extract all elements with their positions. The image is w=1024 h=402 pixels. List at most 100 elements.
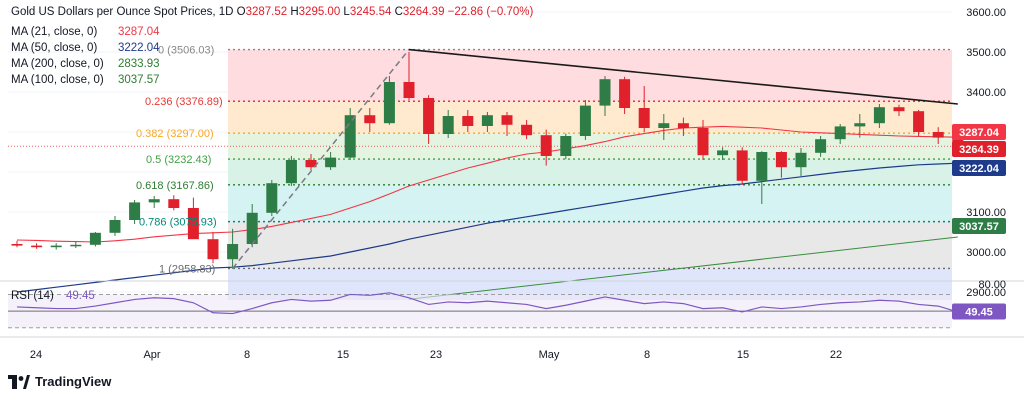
candle-37 — [736, 147, 748, 185]
candle-body — [109, 220, 121, 233]
x-tick-label: 22 — [830, 349, 842, 361]
candle-body — [148, 199, 160, 203]
ohlc-key: O — [237, 6, 246, 18]
candle-4 — [89, 232, 101, 247]
candle-10 — [207, 232, 219, 264]
candle-1 — [31, 243, 43, 249]
x-tick-label: 8 — [244, 349, 250, 361]
fib-label-0.5: 0.5 (3232.43) — [146, 154, 211, 166]
ohlc-key: H — [290, 6, 298, 18]
candle-body — [442, 116, 454, 134]
candle-19 — [383, 76, 395, 125]
price-tag-text: 3287.04 — [959, 127, 1000, 139]
ma-legend-label-1: MA (50, close, 0) — [11, 42, 97, 54]
candle-body — [540, 135, 552, 156]
price-tag-0: 3287.04 — [952, 124, 1006, 140]
ma-legend-label-0: MA (21, close, 0) — [11, 26, 97, 38]
ma-legend-value-1: 3222.04 — [118, 42, 160, 54]
y-tick-label: 3600.00 — [966, 7, 1006, 19]
fib-label-0: 0 (3506.03) — [158, 45, 214, 57]
y-tick-label: 3500.00 — [966, 47, 1006, 59]
fib-zone-5 — [228, 221, 952, 269]
tradingview-logo-text: TradingView — [35, 374, 112, 389]
candle-body — [344, 115, 356, 158]
candle-body — [717, 150, 729, 156]
candle-7 — [148, 196, 160, 208]
candle-body — [913, 111, 925, 132]
candle-3 — [70, 241, 82, 248]
candle-2 — [50, 243, 62, 250]
candle-body — [560, 136, 572, 156]
ohlc-value: 3245.54 — [350, 6, 395, 18]
price-tag-3: 3037.57 — [952, 218, 1006, 234]
y-tick-label: 3100.00 — [966, 207, 1006, 219]
fib-label-0.618: 0.618 (3167.86) — [136, 180, 214, 192]
candle-body — [227, 244, 239, 260]
candle-body — [932, 132, 944, 138]
price-tag-1: 3264.39 — [952, 141, 1006, 157]
candle-body — [893, 107, 905, 112]
candle-body — [599, 79, 611, 106]
candle-body — [854, 123, 866, 127]
header-ohlc: Gold US Dollars per Ounce Spot Prices, 1… — [11, 6, 534, 18]
candle-28 — [560, 133, 572, 160]
tradingview-logo: TradingView — [8, 374, 111, 389]
candle-17 — [344, 108, 356, 160]
fib-zone-4 — [228, 184, 952, 222]
y-tick-label: 3400.00 — [966, 87, 1006, 99]
ohlc-key: C — [395, 6, 403, 18]
x-tick-label: 23 — [430, 349, 442, 361]
candle-14 — [285, 156, 297, 186]
x-tick-label: 8 — [644, 349, 650, 361]
candle-body — [815, 139, 827, 153]
candle-body — [325, 157, 337, 168]
rsi-price-tag: 49.45 — [952, 303, 1006, 320]
candle-body — [89, 232, 101, 245]
rsi-label: RSI (14) — [11, 290, 54, 302]
candle-body — [775, 152, 787, 168]
candle-body — [31, 245, 43, 248]
candle-body — [521, 124, 533, 136]
candle-body — [246, 212, 258, 244]
ma-legend-value-3: 3037.57 — [118, 74, 160, 86]
candle-body — [11, 244, 23, 246]
x-tick-label: 15 — [737, 349, 749, 361]
candle-body — [481, 115, 493, 126]
candle-body — [795, 152, 807, 168]
candle-body — [462, 116, 474, 126]
header-symbol: Gold US Dollars per Ounce Spot Prices, 1… — [11, 6, 237, 18]
candle-body — [207, 239, 219, 260]
candle-body — [383, 82, 395, 124]
fib-label-0.786: 0.786 (3075.93) — [139, 217, 217, 229]
ma-legend-label-3: MA (100, close, 0) — [11, 74, 104, 86]
ohlc-value: 3264.39 — [403, 6, 448, 18]
x-tick-label: 24 — [30, 349, 42, 361]
candle-body — [364, 115, 376, 124]
ma-legend-label-2: MA (200, close, 0) — [11, 58, 104, 70]
ohlc-value: 3295.00 — [299, 6, 344, 18]
candle-29 — [579, 100, 591, 140]
candle-body — [697, 128, 709, 156]
candle-body — [579, 105, 591, 136]
candle-body — [70, 244, 82, 247]
ohlc-change: −22.86 (−0.70%) — [448, 6, 534, 18]
candle-0 — [11, 240, 23, 248]
candle-body — [756, 152, 768, 181]
fib-label-0.382: 0.382 (3297.00) — [136, 128, 214, 140]
price-tag-text: 3264.39 — [959, 144, 999, 156]
y-tick-label: 3000.00 — [966, 247, 1006, 259]
ohlc-value: 3287.52 — [246, 6, 291, 18]
price-tag-2: 3222.04 — [952, 160, 1006, 176]
candle-body — [50, 245, 62, 248]
candle-body — [658, 123, 670, 128]
x-tick-label: Apr — [143, 349, 160, 361]
rsi-value-label: 49.45 — [66, 290, 95, 302]
ma-legend-value-2: 2833.93 — [118, 58, 160, 70]
price-tag-text: 3222.04 — [959, 163, 1000, 175]
candle-body — [619, 79, 631, 108]
rsi-tick-80: 80.00 — [978, 279, 1006, 291]
price-tag-text: 3037.57 — [959, 221, 999, 233]
candle-8 — [168, 195, 180, 211]
candle-body — [638, 108, 650, 128]
candlestick-chart[interactable]: 0 (3506.03) 0.236 (3376.89) 0.382 (3297.00… — [0, 0, 1024, 402]
